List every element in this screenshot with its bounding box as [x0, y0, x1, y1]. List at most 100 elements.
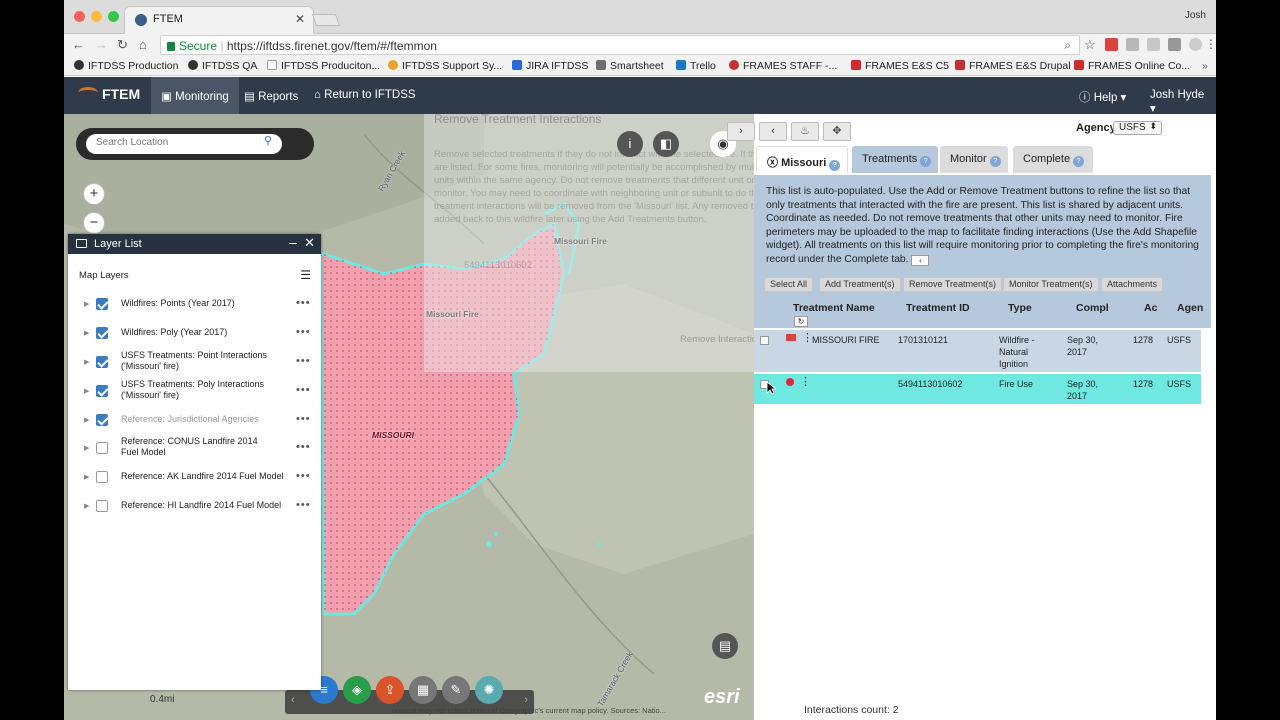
forward-icon[interactable]: → — [95, 37, 108, 52]
reload-icon[interactable]: ↻ — [117, 37, 128, 53]
collapse-info-icon[interactable]: ‹ — [911, 254, 930, 266]
toolbar-next-icon[interactable]: › — [524, 694, 528, 706]
expand-arrow-icon[interactable]: ▶ — [84, 416, 89, 424]
zoom-search-icon[interactable]: ⌕ — [1064, 38, 1071, 53]
close-window-button[interactable] — [74, 11, 85, 22]
help-menu[interactable]: ⓘ Help ▾ — [1069, 77, 1136, 114]
expand-arrow-icon[interactable]: ▶ — [84, 358, 89, 366]
extension-icon[interactable] — [1105, 38, 1118, 51]
layout-icon[interactable]: ◧ — [653, 131, 679, 157]
layer-more-icon[interactable]: ••• — [296, 384, 311, 396]
expand-arrow-icon[interactable]: ▶ — [84, 387, 89, 395]
layer-checkbox[interactable] — [96, 356, 108, 368]
minimize-window-button[interactable] — [91, 11, 102, 22]
table-icon[interactable]: ▤ — [712, 633, 738, 659]
search-icon[interactable]: ⚲ — [264, 134, 272, 147]
remove-treatment-button[interactable]: Remove Treatment(s) — [903, 277, 1003, 292]
app-logo[interactable]: FTEM — [78, 86, 140, 102]
locate-icon[interactable]: ✥ — [823, 122, 851, 141]
layer-checkbox[interactable] — [96, 471, 108, 483]
layer-checkbox[interactable] — [96, 500, 108, 512]
back-icon[interactable]: ← — [72, 37, 85, 52]
table-row[interactable]: ⋮ 5494113010602 Fire Use Sep 30, 2017 12… — [754, 374, 1201, 404]
expand-arrow-icon[interactable]: ▶ — [84, 300, 89, 308]
layer-options-icon[interactable]: ☰ — [300, 268, 311, 282]
layer-checkbox[interactable] — [96, 414, 108, 426]
layer-more-icon[interactable]: ••• — [296, 413, 311, 425]
expand-arrow-icon[interactable]: ▶ — [84, 329, 89, 337]
layer-more-icon[interactable]: ••• — [296, 355, 311, 367]
url-field[interactable]: Secure | https://iftdss.firenet.gov/ftem… — [160, 35, 1080, 55]
grid-widget-icon[interactable]: ▦ — [409, 676, 437, 704]
bookmark-item[interactable]: IFTDSS Production — [74, 60, 178, 72]
fire-icon[interactable]: ♨ — [791, 122, 819, 141]
panel-expand-icon[interactable]: › — [727, 122, 755, 141]
column-header[interactable]: Type — [1008, 302, 1032, 314]
extension-icon[interactable] — [1126, 38, 1139, 51]
tab-monitor[interactable]: Monitor? — [940, 146, 1008, 173]
bookmark-item[interactable]: FRAMES STAFF -... — [729, 60, 837, 72]
column-header[interactable]: Treatment Name — [793, 302, 875, 314]
extension-icon[interactable] — [1147, 38, 1160, 51]
expand-arrow-icon[interactable]: ▶ — [84, 502, 89, 510]
tab-missouri[interactable]: ⓧ Missouri? — [756, 146, 848, 173]
close-icon[interactable]: ✕ — [304, 235, 315, 251]
tab-complete[interactable]: Complete? — [1013, 146, 1093, 173]
user-menu[interactable]: Josh Hyde ▾ — [1140, 77, 1216, 115]
nav-return-iftdss[interactable]: ⌂ Return to IFTDSS — [304, 77, 426, 114]
remove-interactions-button[interactable]: Remove Interactions — [680, 334, 754, 345]
layer-more-icon[interactable]: ••• — [296, 326, 311, 338]
layer-more-icon[interactable]: ••• — [296, 297, 311, 309]
zoom-out-button[interactable]: − — [83, 212, 105, 234]
select-all-button[interactable]: Select All — [764, 277, 814, 292]
layer-checkbox[interactable] — [96, 298, 108, 310]
search-input[interactable]: Search Location — [86, 134, 282, 154]
expand-arrow-icon[interactable]: ▶ — [84, 473, 89, 481]
column-header[interactable]: Compl — [1076, 302, 1109, 314]
add-treatment-button[interactable]: Add Treatment(s) — [819, 277, 901, 292]
zoom-in-button[interactable]: + — [83, 183, 105, 205]
bookmark-item[interactable]: Smartsheet — [596, 60, 664, 72]
layer-checkbox[interactable] — [96, 442, 108, 454]
layer-more-icon[interactable]: ••• — [296, 441, 311, 453]
attachments-button[interactable]: Attachments — [1101, 277, 1164, 292]
extension-icon[interactable] — [1168, 38, 1181, 51]
bookmark-item[interactable]: IFTDSS Support Sy... — [388, 60, 502, 72]
extension-icon[interactable] — [1189, 38, 1202, 51]
minimize-icon[interactable]: – — [289, 234, 297, 250]
bookmarks-overflow-icon[interactable]: » — [1202, 60, 1208, 72]
nav-reports[interactable]: ▤ Reports — [234, 77, 308, 114]
info-icon[interactable]: i — [617, 131, 643, 157]
column-header[interactable]: Agen — [1177, 302, 1203, 314]
bookmark-item[interactable]: JIRA IFTDSS — [512, 60, 588, 72]
toolbar-prev-icon[interactable]: ‹ — [291, 694, 295, 706]
bookmark-star-icon[interactable]: ☆ — [1084, 37, 1096, 53]
panel-collapse-icon[interactable]: ‹ — [759, 122, 787, 141]
layer-checkbox[interactable] — [96, 327, 108, 339]
layer-checkbox[interactable] — [96, 385, 108, 397]
table-row[interactable]: ⋮ MISSOURI FIRE 1701310121 Wildfire - Na… — [754, 330, 1201, 372]
bookmark-item[interactable]: FRAMES Online Co... — [1074, 60, 1190, 72]
expand-arrow-icon[interactable]: ▶ — [84, 444, 89, 452]
bookmark-item[interactable]: FRAMES E&S Drupal — [955, 60, 1071, 72]
basemap-widget-icon[interactable]: ◈ — [343, 676, 371, 704]
layer-more-icon[interactable]: ••• — [296, 470, 311, 482]
map-view[interactable]: Missouri Fire Missouri Fire MISSOURI Rya… — [64, 114, 754, 720]
browser-user[interactable]: Josh — [1185, 10, 1206, 21]
close-tab-icon[interactable]: ✕ — [295, 12, 305, 26]
layer-more-icon[interactable]: ••• — [296, 499, 311, 511]
bookmark-item[interactable]: Trello — [676, 60, 716, 72]
monitor-treatment-button[interactable]: Monitor Treatment(s) — [1003, 277, 1099, 292]
tab-treatments[interactable]: Treatments? — [852, 146, 938, 173]
maximize-window-button[interactable] — [108, 11, 119, 22]
upload-widget-icon[interactable]: ⇪ — [376, 676, 404, 704]
column-header[interactable]: Ac — [1144, 302, 1157, 314]
close-fire-icon[interactable]: ⓧ — [767, 157, 781, 169]
bookmark-item[interactable]: IFTDSS QA — [188, 60, 257, 72]
agency-select[interactable]: USFS ⬍ — [1113, 121, 1162, 135]
extent-widget-icon[interactable]: ✺ — [475, 676, 503, 704]
home-icon[interactable]: ⌂ — [139, 37, 147, 52]
column-header[interactable]: Treatment ID — [906, 302, 970, 314]
bookmark-item[interactable]: FRAMES E&S C5 — [851, 60, 949, 72]
menu-kebab-icon[interactable]: ⋮ — [1205, 37, 1216, 51]
